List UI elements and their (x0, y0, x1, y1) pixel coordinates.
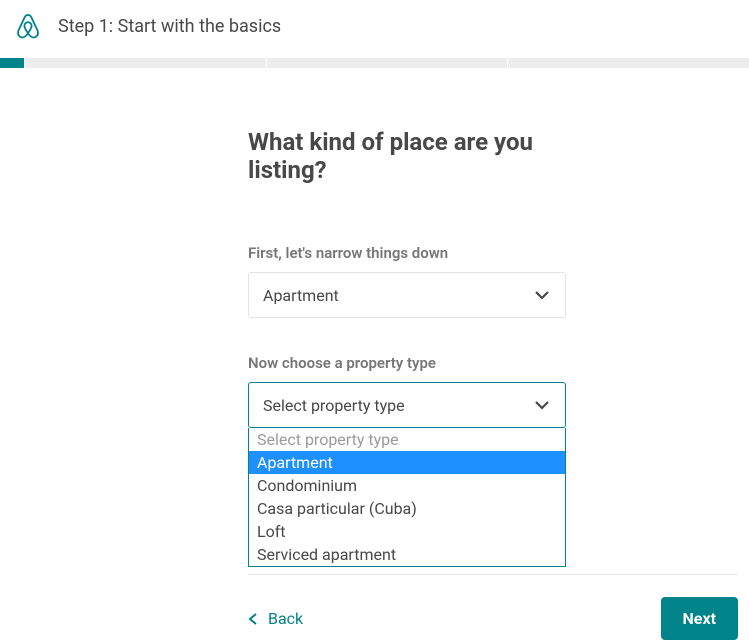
option-condominium[interactable]: Condominium (249, 474, 565, 497)
property-type-dropdown: Select property type Apartment Condomini… (248, 428, 566, 567)
progress-segment (266, 58, 508, 68)
property-type-label: Now choose a property type (248, 354, 570, 372)
next-button[interactable]: Next (661, 597, 738, 640)
place-type-label: First, let's narrow things down (248, 244, 570, 262)
chevron-down-icon (533, 286, 551, 304)
option-serviced-apartment[interactable]: Serviced apartment (249, 543, 565, 566)
airbnb-logo-icon (16, 12, 40, 40)
page-heading: What kind of place are you listing? (248, 128, 570, 184)
header-bar: Step 1: Start with the basics (0, 0, 749, 58)
place-type-field: First, let's narrow things down Apartmen… (248, 244, 570, 318)
back-button[interactable]: Back (248, 609, 303, 628)
property-type-value: Select property type (263, 396, 405, 415)
step-title: Step 1: Start with the basics (58, 16, 281, 37)
back-label: Back (268, 609, 303, 628)
option-apartment[interactable]: Apartment (249, 451, 565, 474)
property-type-select[interactable]: Select property type (248, 382, 566, 428)
progress-segment (507, 58, 749, 68)
option-placeholder[interactable]: Select property type (249, 428, 565, 451)
progress-segment (24, 58, 266, 68)
chevron-left-icon (248, 612, 258, 626)
option-loft[interactable]: Loft (249, 520, 565, 543)
progress-fill (0, 58, 24, 68)
place-type-value: Apartment (263, 286, 339, 305)
main-content: What kind of place are you listing? Firs… (0, 68, 570, 567)
option-casa-particular[interactable]: Casa particular (Cuba) (249, 497, 565, 520)
place-type-select[interactable]: Apartment (248, 272, 566, 318)
property-type-field: Now choose a property type Select proper… (248, 354, 570, 567)
footer-nav: Back Next (248, 574, 738, 640)
chevron-down-icon (533, 396, 551, 414)
progress-bar (0, 58, 749, 68)
